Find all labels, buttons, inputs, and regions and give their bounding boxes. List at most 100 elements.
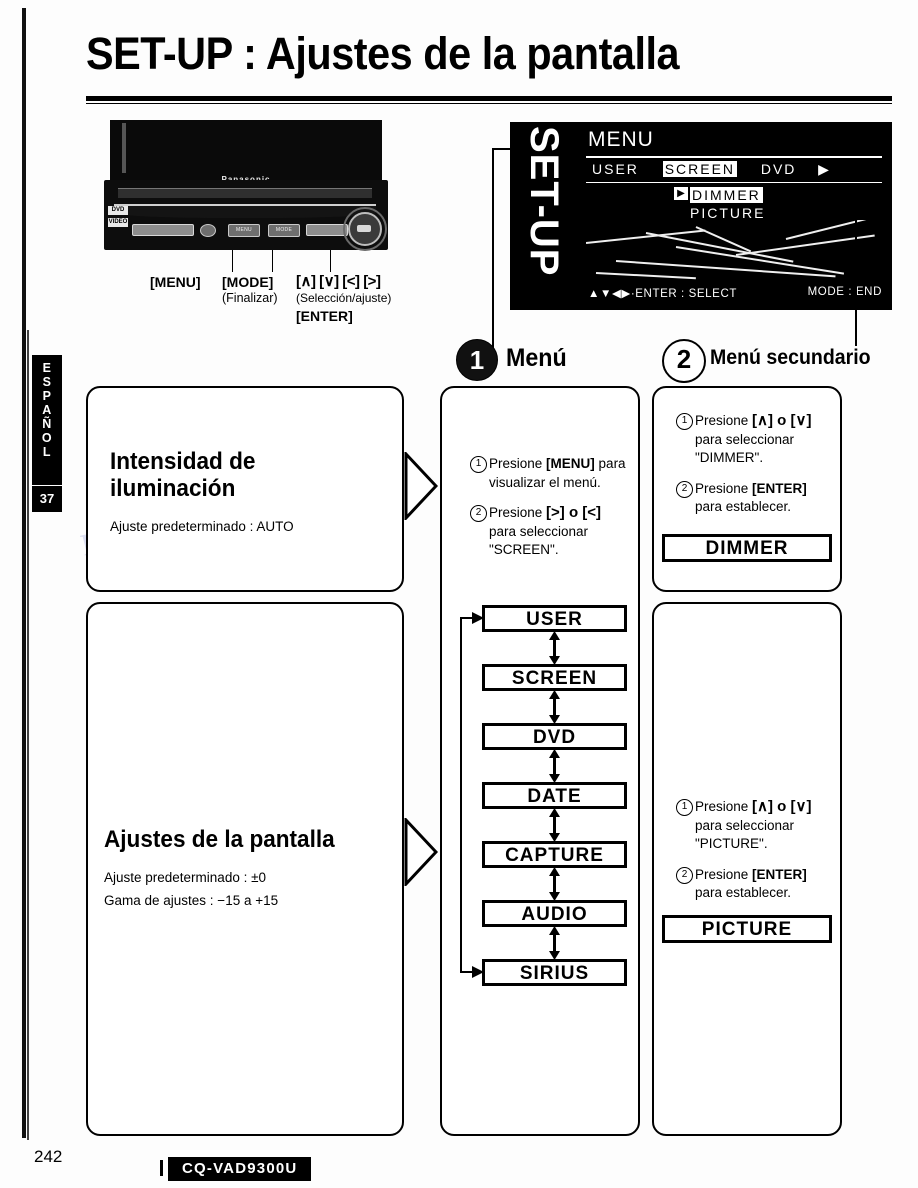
osd-title: MENU [588, 128, 654, 151]
osd-background-photo [586, 220, 882, 280]
lang-letter: A [42, 403, 52, 417]
language-tab: E S P A Ñ O L [32, 355, 62, 485]
info-box-picture: Ajustes de la pantalla Ajuste predetermi… [86, 602, 404, 1136]
device-screen [110, 120, 382, 182]
key-label-enter: [ENTER] [296, 308, 353, 324]
osd-screenshot: SET-UP MENU USER SCREEN DVD ▶ ▶ DIMMER P… [510, 122, 892, 310]
lang-letter: S [42, 375, 52, 389]
chain-arrow-1-icon [548, 631, 561, 670]
device-illustration: Panasonic DVD VIDEO MENU MODE [104, 120, 388, 251]
osd-footer: ▲▼◀▶·ENTER : SELECT MODE : END [588, 286, 882, 300]
osd-tabs-more-icon[interactable]: ▶ [818, 161, 831, 177]
page-title: SET-UP : Ajustes de la pantalla [86, 28, 680, 79]
language-tab-number: 37 [32, 486, 62, 512]
info-box-title-picture: Ajustes de la pantalla [104, 826, 335, 853]
submenu-picture-step-2-key: [ENTER] [752, 866, 807, 882]
osd-tab-dvd[interactable]: DVD [761, 161, 797, 177]
menu-instruction-1-number: 1 [470, 456, 487, 473]
device-joystick[interactable] [348, 212, 382, 246]
chain-loop-arrow-bottom-icon [472, 965, 484, 983]
info-box-default-picture: Ajuste predeterminado : ±0 [104, 870, 266, 885]
step-heading-2: Menú secundario [710, 346, 871, 369]
chain-arrow-6-icon [548, 926, 561, 965]
osd-tab-screen[interactable]: SCREEN [662, 161, 738, 177]
result-box-picture[interactable]: PICTURE [662, 915, 832, 943]
submenu-dimmer-step-1-number: 1 [676, 413, 693, 430]
scan-edge-inner [27, 330, 29, 1140]
leader-line-menu [232, 250, 233, 272]
chain-arrow-4-icon [548, 808, 561, 847]
menu-instructions: 1 Presione [MENU] para visualizar el men… [470, 455, 630, 572]
osd-item-picture[interactable]: PICTURE [690, 205, 765, 221]
menu-instruction-2-key: [>] o [<] [546, 504, 602, 521]
menu-instruction-2-tail: para seleccionar "SCREEN". [489, 523, 589, 558]
chain-arrow-5-icon [548, 867, 561, 906]
device-screen-gloss [122, 123, 126, 173]
dvd-badge: DVD [108, 206, 128, 215]
submenu-dimmer-step-2-tail: para establecer. [695, 499, 792, 514]
step-number-2: 2 [662, 339, 706, 383]
video-badge: VIDEO [108, 218, 128, 227]
title-rule-thin [86, 103, 892, 104]
result-box-dimmer[interactable]: DIMMER [662, 534, 832, 562]
key-label-mode-sub: (Finalizar) [222, 291, 278, 305]
device-round-button[interactable] [200, 224, 216, 237]
submenu-instructions-picture: 1 Presione [∧] o [∨] para seleccionar "P… [676, 798, 834, 915]
lang-letter: E [42, 361, 52, 375]
chain-loop-side [460, 617, 462, 972]
chain-loop-arrow-top-icon [472, 611, 484, 629]
chain-item-user[interactable]: USER [482, 605, 627, 632]
lang-letter: L [42, 445, 52, 459]
submenu-picture-step-1: 1 Presione [∧] o [∨] para seleccionar "P… [676, 798, 834, 854]
menu-instruction-1: 1 Presione [MENU] para visualizar el men… [470, 455, 630, 492]
manual-page: manualsolib.com SET-UP : Ajustes de la p… [0, 0, 918, 1188]
menu-instruction-2-lead: Presione [489, 505, 547, 520]
lang-letter: Ñ [42, 417, 52, 431]
leader-line-mode [272, 250, 273, 272]
submenu-picture-step-2-number: 2 [676, 866, 693, 884]
step-number-1: 1 [456, 339, 498, 381]
submenu-picture-step-2-lead: Presione [695, 866, 753, 882]
model-badge: CQ-VAD9300U [168, 1157, 312, 1181]
info-box-dimmer: Intensidad de iluminación Ajuste predete… [86, 386, 404, 592]
device-button-row-right[interactable] [306, 224, 348, 236]
submenu-dimmer-step-2-lead: Presione [695, 480, 753, 496]
osd-divider-top [586, 156, 882, 158]
osd-item-dimmer[interactable]: DIMMER [690, 187, 763, 203]
page-number: 242 [34, 1147, 63, 1166]
menu-instruction-2: 2 Presione [>] o [<] para seleccionar "S… [470, 504, 630, 560]
submenu-dimmer-step-2-number: 2 [676, 480, 693, 498]
leader-line-joystick [330, 250, 331, 272]
submenu-picture-step-1-number: 1 [676, 799, 693, 816]
device-menu-button[interactable]: MENU [228, 224, 260, 237]
menu-instruction-1-key: [MENU] [546, 456, 595, 471]
info-box-default-dimmer: Ajuste predeterminado : AUTO [110, 519, 294, 534]
submenu-dimmer-step-2: 2 Presione [ENTER] para establecer. [676, 480, 834, 517]
submenu-picture-step-1-key: [∧] o [∨] [752, 798, 812, 815]
osd-tab-user[interactable]: USER [592, 161, 639, 177]
submenu-picture-step-2: 2 Presione [ENTER] para establecer. [676, 866, 834, 903]
submenu-dimmer-step-1-lead: Presione [695, 413, 753, 428]
submenu-dimmer-step-1-tail: para seleccionar "DIMMER". [695, 431, 795, 466]
device-disc-slot [118, 188, 372, 198]
osd-leader-vertical-2 [855, 186, 857, 346]
submenu-dimmer-step-1: 1 Presione [∧] o [∨] para seleccionar "D… [676, 412, 834, 468]
chain-arrow-3-icon [548, 749, 561, 788]
key-label-menu: [MENU] [150, 274, 201, 290]
device-body: DVD VIDEO MENU MODE [104, 180, 388, 251]
osd-leader-horizontal-2 [690, 184, 857, 186]
title-rule [86, 96, 892, 101]
device-button-row-left[interactable] [132, 224, 194, 236]
osd-footer-right: MODE : END [807, 286, 882, 298]
model-badge-tick [160, 1160, 163, 1176]
submenu-picture-step-2-tail: para establecer. [695, 885, 792, 900]
device-faceplate-edge [114, 204, 376, 218]
key-label-arrows: [∧] [∨] [<] [>] [296, 273, 381, 290]
osd-setup-label: SET-UP [522, 126, 566, 277]
osd-selection-marker-icon: ▶ [674, 187, 688, 200]
key-label-mode: [MODE] [222, 274, 274, 290]
menu-instruction-2-number: 2 [470, 505, 487, 522]
step-heading-1: Menú [506, 344, 567, 372]
lang-letter: O [41, 431, 53, 445]
device-mode-button[interactable]: MODE [268, 224, 300, 237]
